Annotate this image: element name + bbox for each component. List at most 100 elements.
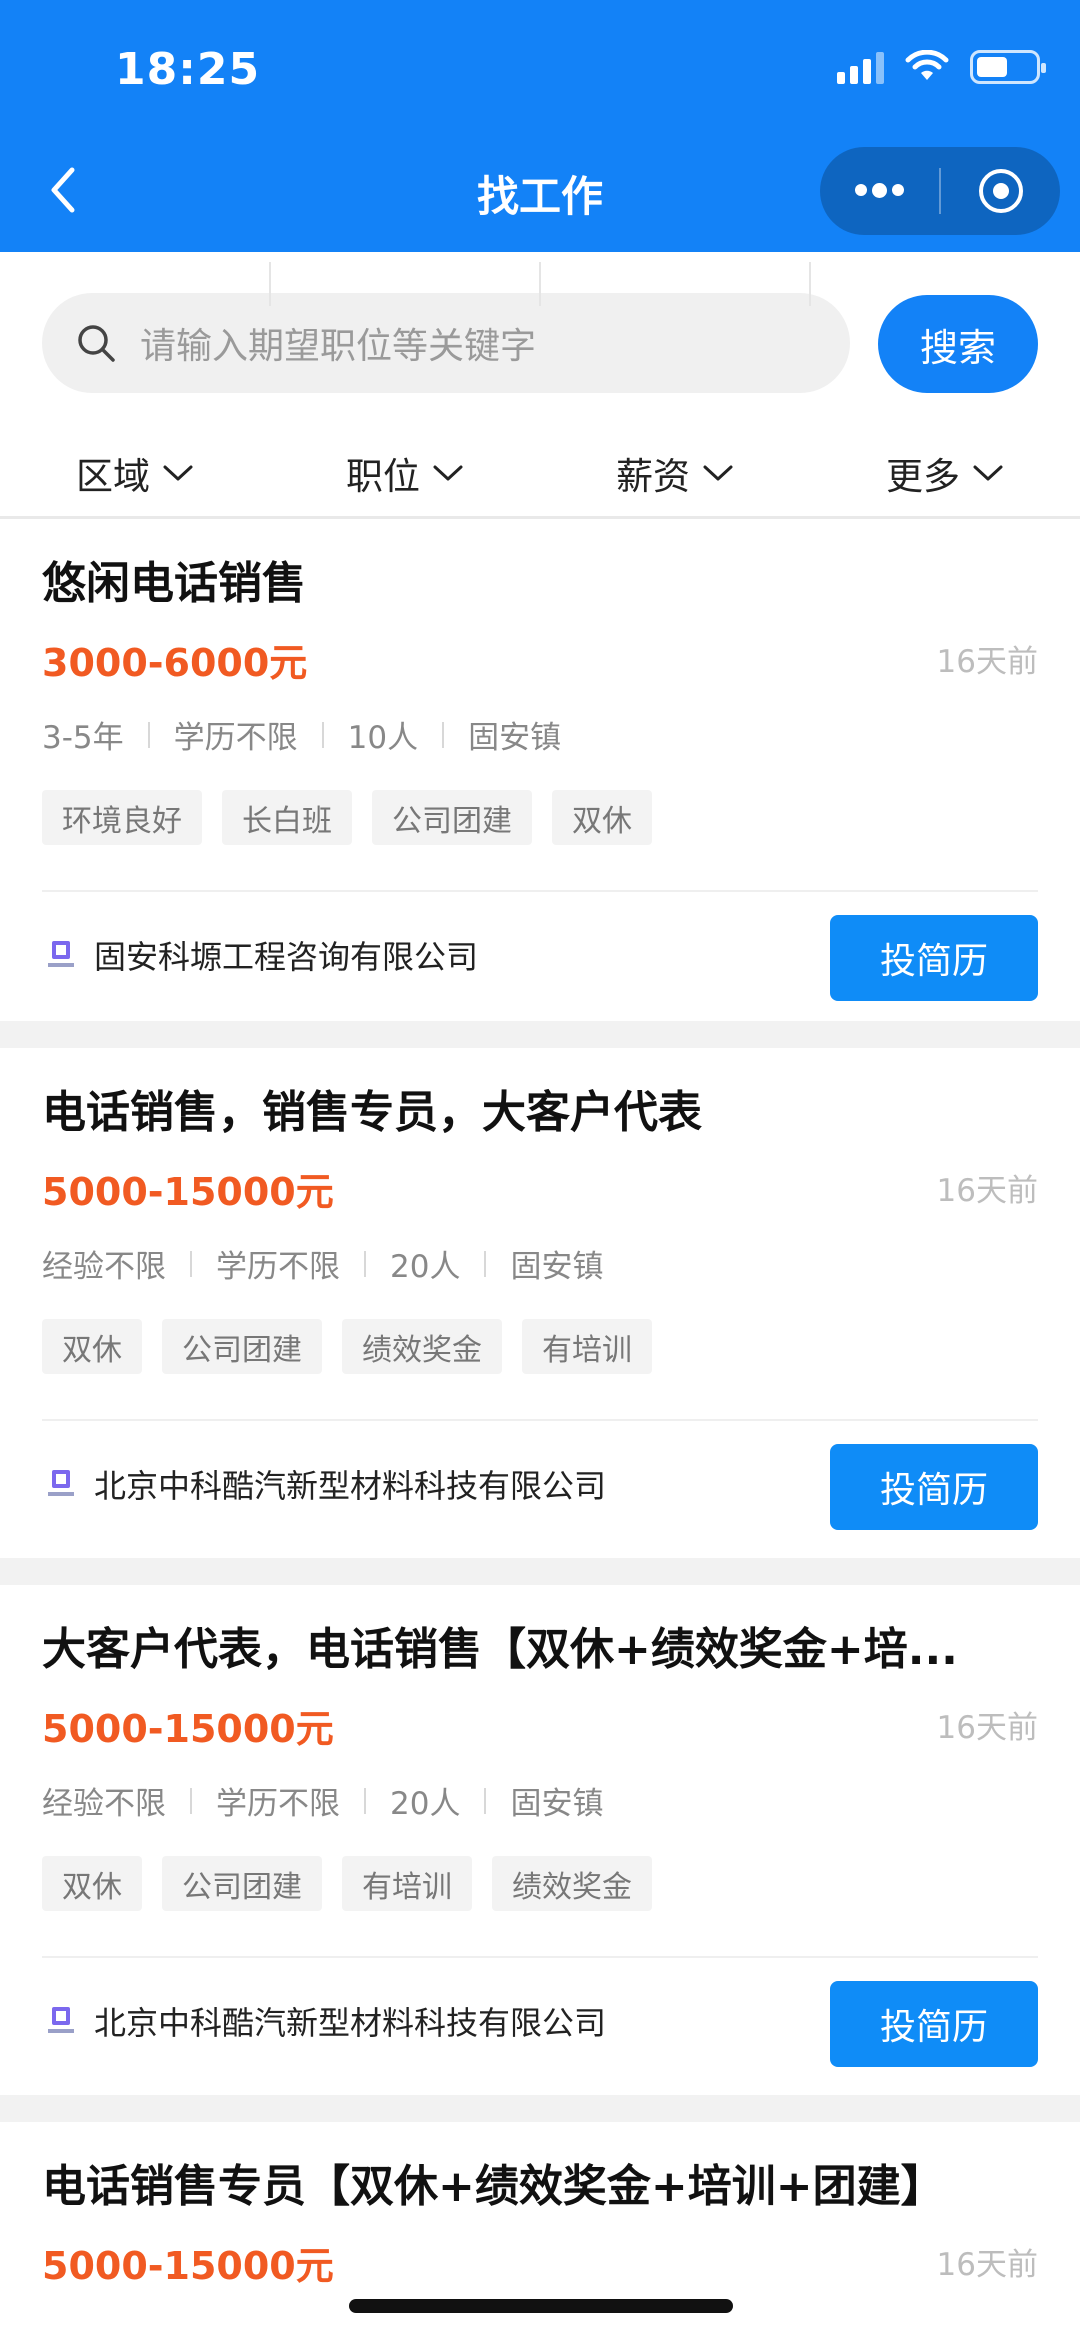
location: 固安镇 bbox=[510, 1249, 604, 1285]
company-row: 固安科塬工程咨询有限公司 bbox=[48, 932, 478, 978]
job-tags: 双休 公司团建 有培训 绩效奖金 bbox=[42, 1856, 652, 1911]
cellular-signal-icon bbox=[837, 50, 884, 84]
posted-time: 16天前 bbox=[936, 2247, 1038, 2283]
filter-label: 更多 bbox=[886, 455, 960, 498]
chevron-down-icon bbox=[163, 465, 193, 481]
battery-icon bbox=[970, 50, 1046, 84]
chevron-down-icon bbox=[703, 465, 733, 481]
company-logo-icon bbox=[48, 2007, 74, 2033]
benefit-tag: 双休 bbox=[552, 790, 652, 845]
card-divider bbox=[42, 1956, 1038, 1958]
job-meta: 经验不限 学历不限 20人 固安镇 bbox=[42, 1778, 603, 1823]
target-icon bbox=[978, 169, 1023, 213]
search-button[interactable]: 搜索 bbox=[878, 295, 1038, 393]
job-title: 大客户代表，电话销售【双休+绩效奖金+培... bbox=[42, 1624, 958, 1675]
company-row: 北京中科酷汽新型材料科技有限公司 bbox=[48, 1998, 606, 2044]
mini-program-capsule bbox=[820, 147, 1060, 235]
company-logo-icon bbox=[48, 1470, 74, 1496]
education: 学历不限 bbox=[216, 1249, 340, 1285]
benefit-tag: 环境良好 bbox=[42, 790, 202, 845]
filter-more[interactable]: 更多 bbox=[810, 432, 1080, 514]
company-name: 北京中科酷汽新型材料科技有限公司 bbox=[94, 1467, 607, 1505]
company-logo-icon bbox=[48, 941, 74, 967]
experience: 经验不限 bbox=[42, 1249, 166, 1285]
benefit-tag: 公司团建 bbox=[162, 1319, 322, 1374]
company-name: 北京中科酷汽新型材料科技有限公司 bbox=[94, 2004, 607, 2042]
benefit-tag: 绩效奖金 bbox=[342, 1319, 502, 1374]
benefit-tag: 长白班 bbox=[222, 790, 352, 845]
posted-time: 16天前 bbox=[936, 1710, 1038, 1746]
location: 固安镇 bbox=[468, 720, 562, 756]
top-bar: 18:25 找工作 bbox=[0, 0, 1080, 252]
company-row: 北京中科酷汽新型材料科技有限公司 bbox=[48, 1461, 606, 1507]
benefit-tag: 绩效奖金 bbox=[492, 1856, 652, 1911]
more-button[interactable] bbox=[820, 147, 939, 235]
wifi-icon bbox=[905, 50, 949, 80]
job-meta: 3-5年 学历不限 10人 固安镇 bbox=[42, 712, 561, 757]
filter-region[interactable]: 区域 bbox=[0, 432, 270, 514]
search-icon bbox=[78, 325, 115, 362]
headcount: 20人 bbox=[390, 1786, 461, 1822]
meta-divider bbox=[364, 1787, 366, 1814]
job-salary: 3000-6000元 bbox=[42, 641, 308, 685]
meta-divider bbox=[484, 1787, 487, 1814]
benefit-tag: 有培训 bbox=[522, 1319, 652, 1374]
filter-divider bbox=[539, 262, 541, 306]
meta-divider bbox=[147, 721, 150, 748]
card-divider bbox=[42, 890, 1038, 892]
filter-bar: 区域 职位 薪资 更多 bbox=[0, 432, 1080, 514]
job-title: 电话销售，销售专员，大客户代表 bbox=[42, 1087, 702, 1138]
job-tags: 环境良好 长白班 公司团建 双休 bbox=[42, 790, 652, 845]
benefit-tag: 双休 bbox=[42, 1319, 142, 1374]
filter-label: 职位 bbox=[346, 455, 420, 498]
status-icons bbox=[837, 50, 1046, 84]
search-placeholder: 请输入期望职位等关键字 bbox=[140, 326, 537, 367]
meta-divider bbox=[190, 1787, 192, 1814]
job-card[interactable]: 电话销售，销售专员，大客户代表 5000-15000元 16天前 经验不限 学历… bbox=[0, 1048, 1080, 1558]
filter-divider bbox=[809, 262, 811, 306]
education: 学历不限 bbox=[173, 720, 298, 756]
job-tags: 双休 公司团建 绩效奖金 有培训 bbox=[42, 1319, 652, 1374]
close-mini-program-button[interactable] bbox=[941, 147, 1060, 235]
job-meta: 经验不限 学历不限 20人 固安镇 bbox=[42, 1241, 603, 1286]
posted-time: 16天前 bbox=[936, 1173, 1038, 1209]
education: 学历不限 bbox=[216, 1786, 340, 1822]
location: 固安镇 bbox=[510, 1786, 604, 1822]
job-card[interactable]: 悠闲电话销售 3000-6000元 16天前 3-5年 学历不限 10人 固安镇… bbox=[0, 519, 1080, 1021]
apply-resume-button[interactable]: 投简历 bbox=[830, 1444, 1038, 1530]
chevron-down-icon bbox=[973, 465, 1003, 481]
card-divider bbox=[42, 1419, 1038, 1421]
status-time: 18:25 bbox=[115, 44, 261, 95]
job-title: 悠闲电话销售 bbox=[42, 558, 306, 609]
job-title: 电话销售专员【双休+绩效奖金+培训+团建】 bbox=[42, 2161, 945, 2212]
home-indicator[interactable] bbox=[349, 2299, 733, 2313]
experience: 经验不限 bbox=[42, 1786, 166, 1822]
experience: 3-5年 bbox=[42, 720, 124, 756]
search-input[interactable]: 请输入期望职位等关键字 bbox=[42, 293, 850, 393]
filter-label: 区域 bbox=[76, 455, 150, 498]
apply-resume-button[interactable]: 投简历 bbox=[830, 915, 1038, 1001]
meta-divider bbox=[442, 721, 445, 748]
job-salary: 5000-15000元 bbox=[42, 1707, 334, 1751]
job-salary: 5000-15000元 bbox=[42, 2244, 334, 2288]
meta-divider bbox=[364, 1250, 366, 1277]
company-name: 固安科塬工程咨询有限公司 bbox=[94, 938, 479, 976]
job-card[interactable]: 大客户代表，电话销售【双休+绩效奖金+培... 5000-15000元 16天前… bbox=[0, 1585, 1080, 2095]
chevron-down-icon bbox=[433, 465, 463, 481]
filter-position[interactable]: 职位 bbox=[270, 432, 540, 514]
benefit-tag: 双休 bbox=[42, 1856, 142, 1911]
headcount: 20人 bbox=[390, 1249, 461, 1285]
job-salary: 5000-15000元 bbox=[42, 1170, 334, 1214]
meta-divider bbox=[484, 1250, 487, 1277]
apply-resume-button[interactable]: 投简历 bbox=[830, 1981, 1038, 2067]
benefit-tag: 有培训 bbox=[342, 1856, 472, 1911]
benefit-tag: 公司团建 bbox=[162, 1856, 322, 1911]
benefit-tag: 公司团建 bbox=[372, 790, 532, 845]
posted-time: 16天前 bbox=[936, 644, 1038, 680]
filter-salary[interactable]: 薪资 bbox=[540, 432, 810, 514]
meta-divider bbox=[190, 1250, 192, 1277]
more-icon bbox=[855, 183, 904, 198]
filter-divider bbox=[269, 262, 271, 306]
headcount: 10人 bbox=[347, 720, 419, 756]
filter-label: 薪资 bbox=[616, 455, 690, 498]
